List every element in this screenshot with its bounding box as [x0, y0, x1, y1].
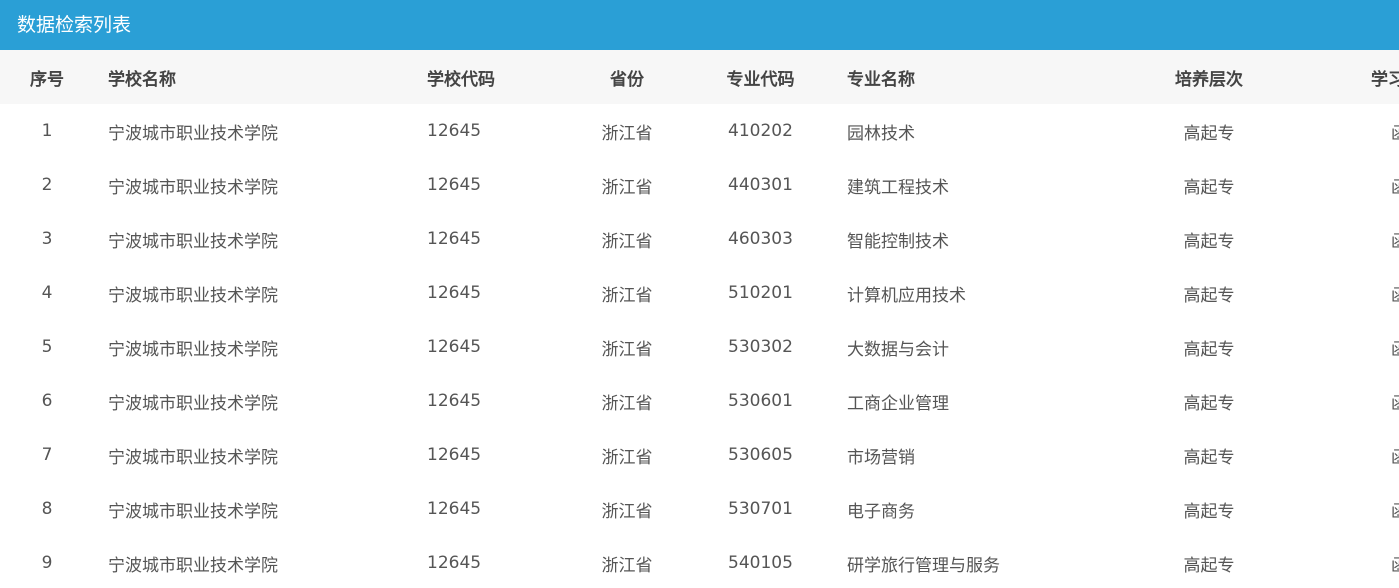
cell-province: 浙江省 [601, 123, 653, 144]
table-row[interactable]: 7 宁波城市职业技术学院 12645 浙江省 530605 市场营销 高起专 函授 [0, 428, 1399, 482]
cell-index: 8 [41, 499, 53, 519]
cell-school-name: 宁波城市职业技术学院 [108, 501, 278, 522]
cell-major-code: 530605 [728, 445, 793, 465]
cell-major-name: 电子商务 [847, 501, 915, 522]
cell-school-code: 12645 [427, 553, 482, 573]
cell-major-code: 530701 [728, 499, 793, 519]
cell-level: 高起专 [1183, 285, 1235, 306]
col-header-major-code: 专业代码 [726, 69, 795, 90]
cell-major-code: 460303 [728, 229, 793, 249]
cell-index: 7 [41, 445, 53, 465]
data-search-panel: 数据检索列表 序号 学校名称 学校代码 省份 专业代码 专业名称 培养层次 学习… [0, 0, 1399, 588]
cell-school-name: 宁波城市职业技术学院 [108, 393, 278, 414]
cell-school-code: 12645 [427, 391, 482, 411]
cell-school-code: 12645 [427, 337, 482, 357]
cell-major-name: 研学旅行管理与服务 [847, 555, 1000, 576]
cell-school-code: 12645 [427, 283, 482, 303]
cell-study-mode: 函授 [1277, 158, 1399, 212]
cell-index: 1 [41, 121, 53, 141]
table-row[interactable]: 1 宁波城市职业技术学院 12645 浙江省 410202 园林技术 高起专 函授 [0, 104, 1399, 158]
results-table: 序号 学校名称 学校代码 省份 专业代码 专业名称 培养层次 学习形式 1 宁波城… [0, 50, 1399, 588]
cell-school-code: 12645 [427, 499, 482, 519]
cell-major-name: 大数据与会计 [847, 339, 949, 360]
table-row[interactable]: 4 宁波城市职业技术学院 12645 浙江省 510201 计算机应用技术 高起专 函授 [0, 266, 1399, 320]
cell-school-code: 12645 [427, 121, 482, 141]
table-row[interactable]: 5 宁波城市职业技术学院 12645 浙江省 530302 大数据与会计 高起专 函授 [0, 320, 1399, 374]
cell-index: 5 [41, 337, 53, 357]
table-header-row: 序号 学校名称 学校代码 省份 专业代码 专业名称 培养层次 学习形式 [0, 50, 1399, 104]
cell-index: 4 [41, 283, 53, 303]
cell-index: 9 [41, 553, 53, 573]
cell-level: 高起专 [1183, 501, 1235, 522]
cell-index: 2 [41, 175, 53, 195]
cell-study-mode: 函授 [1277, 536, 1399, 588]
cell-level: 高起专 [1183, 231, 1235, 252]
cell-province: 浙江省 [601, 447, 653, 468]
col-header-province: 省份 [610, 69, 644, 90]
cell-level: 高起专 [1183, 339, 1235, 360]
cell-province: 浙江省 [601, 339, 653, 360]
cell-major-code: 540105 [728, 553, 793, 573]
cell-index: 3 [41, 229, 53, 249]
col-header-index: 序号 [30, 69, 64, 90]
cell-school-name: 宁波城市职业技术学院 [108, 555, 278, 576]
col-header-major-name: 专业名称 [847, 69, 915, 90]
cell-study-mode: 函授 [1277, 482, 1399, 536]
cell-school-name: 宁波城市职业技术学院 [108, 123, 278, 144]
cell-level: 高起专 [1183, 393, 1235, 414]
cell-study-mode: 函授 [1277, 104, 1399, 158]
table-row[interactable]: 8 宁波城市职业技术学院 12645 浙江省 530701 电子商务 高起专 函授 [0, 482, 1399, 536]
cell-school-code: 12645 [427, 175, 482, 195]
cell-school-code: 12645 [427, 229, 482, 249]
cell-school-code: 12645 [427, 445, 482, 465]
cell-study-mode: 函授 [1277, 212, 1399, 266]
table-row[interactable]: 3 宁波城市职业技术学院 12645 浙江省 460303 智能控制技术 高起专 函授 [0, 212, 1399, 266]
cell-major-code: 440301 [728, 175, 793, 195]
cell-major-name: 市场营销 [847, 447, 915, 468]
cell-study-mode: 函授 [1277, 374, 1399, 428]
col-header-school-name: 学校名称 [108, 69, 176, 90]
cell-school-name: 宁波城市职业技术学院 [108, 177, 278, 198]
col-header-study-mode: 学习形式 [1371, 69, 1399, 90]
cell-province: 浙江省 [601, 501, 653, 522]
cell-level: 高起专 [1183, 447, 1235, 468]
table-row[interactable]: 9 宁波城市职业技术学院 12645 浙江省 540105 研学旅行管理与服务 高起专 函授 [0, 536, 1399, 588]
cell-study-mode: 函授 [1277, 266, 1399, 320]
table-row[interactable]: 2 宁波城市职业技术学院 12645 浙江省 440301 建筑工程技术 高起专 函授 [0, 158, 1399, 212]
cell-school-name: 宁波城市职业技术学院 [108, 231, 278, 252]
table-row[interactable]: 6 宁波城市职业技术学院 12645 浙江省 530601 工商企业管理 高起专 函授 [0, 374, 1399, 428]
cell-school-name: 宁波城市职业技术学院 [108, 447, 278, 468]
cell-major-name: 计算机应用技术 [847, 285, 966, 306]
cell-index: 6 [41, 391, 53, 411]
cell-study-mode: 函授 [1277, 320, 1399, 374]
cell-province: 浙江省 [601, 393, 653, 414]
cell-study-mode: 函授 [1277, 428, 1399, 482]
table-body: 1宁波城市职业技术学院12645浙江省410202园林技术高起专函授2宁波城市职… [0, 104, 1399, 588]
cell-level: 高起专 [1183, 123, 1235, 144]
cell-level: 高起专 [1183, 555, 1235, 576]
panel-title: 数据检索列表 [0, 0, 1399, 50]
cell-major-code: 510201 [728, 283, 793, 303]
col-header-school-code: 学校代码 [427, 69, 495, 90]
cell-school-name: 宁波城市职业技术学院 [108, 285, 278, 306]
cell-major-name: 园林技术 [847, 123, 915, 144]
cell-major-name: 智能控制技术 [847, 231, 949, 252]
cell-province: 浙江省 [601, 177, 653, 198]
cell-province: 浙江省 [601, 231, 653, 252]
cell-school-name: 宁波城市职业技术学院 [108, 339, 278, 360]
cell-major-code: 530601 [728, 391, 793, 411]
cell-level: 高起专 [1183, 177, 1235, 198]
cell-major-name: 工商企业管理 [847, 393, 949, 414]
cell-major-code: 530302 [728, 337, 793, 357]
cell-major-code: 410202 [728, 121, 793, 141]
cell-province: 浙江省 [601, 285, 653, 306]
cell-major-name: 建筑工程技术 [847, 177, 949, 198]
cell-province: 浙江省 [601, 555, 653, 576]
col-header-level: 培养层次 [1175, 69, 1243, 90]
